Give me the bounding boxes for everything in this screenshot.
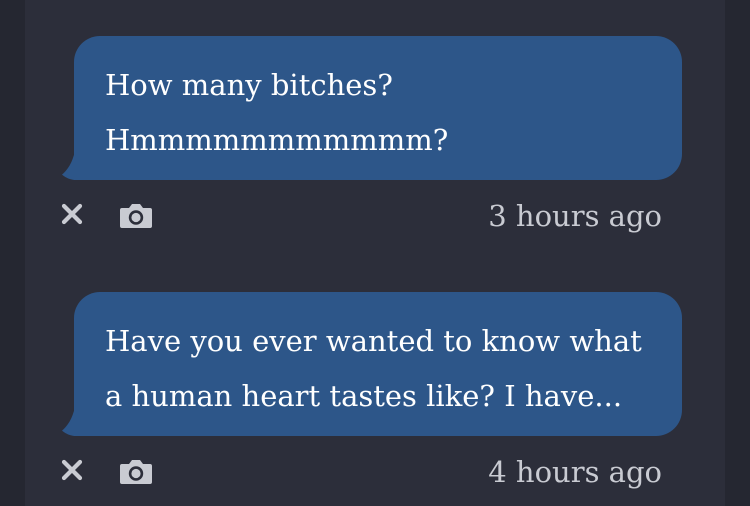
message-meta: 3 hours ago [25,194,725,242]
message-bubble: Have you ever wanted to know what a huma… [74,292,682,436]
message-text-line: Have you ever wanted to know what [105,324,642,358]
message-meta: 4 hours ago [25,450,725,498]
close-icon [61,459,83,481]
bubble-tail [48,396,76,436]
screenshot-button[interactable] [118,456,154,486]
message-timestamp: 3 hours ago [488,199,662,233]
delete-button[interactable] [58,456,86,484]
message-text-line: a human heart tastes like? I have... [105,379,623,413]
message-text-line: Hmmmmmmmmmmm? [105,123,449,157]
camera-icon [120,460,152,484]
close-icon [61,203,83,225]
bubble-tail [48,140,76,180]
message-timestamp: 4 hours ago [488,455,662,489]
screenshot-button[interactable] [118,200,154,230]
message-text-line: How many bitches? [105,68,393,102]
camera-icon [120,204,152,228]
message-bubble: How many bitches? Hmmmmmmmmmmm? [74,36,682,180]
message-panel: How many bitches? Hmmmmmmmmmmm? 3 hours … [25,0,725,506]
delete-button[interactable] [58,200,86,228]
